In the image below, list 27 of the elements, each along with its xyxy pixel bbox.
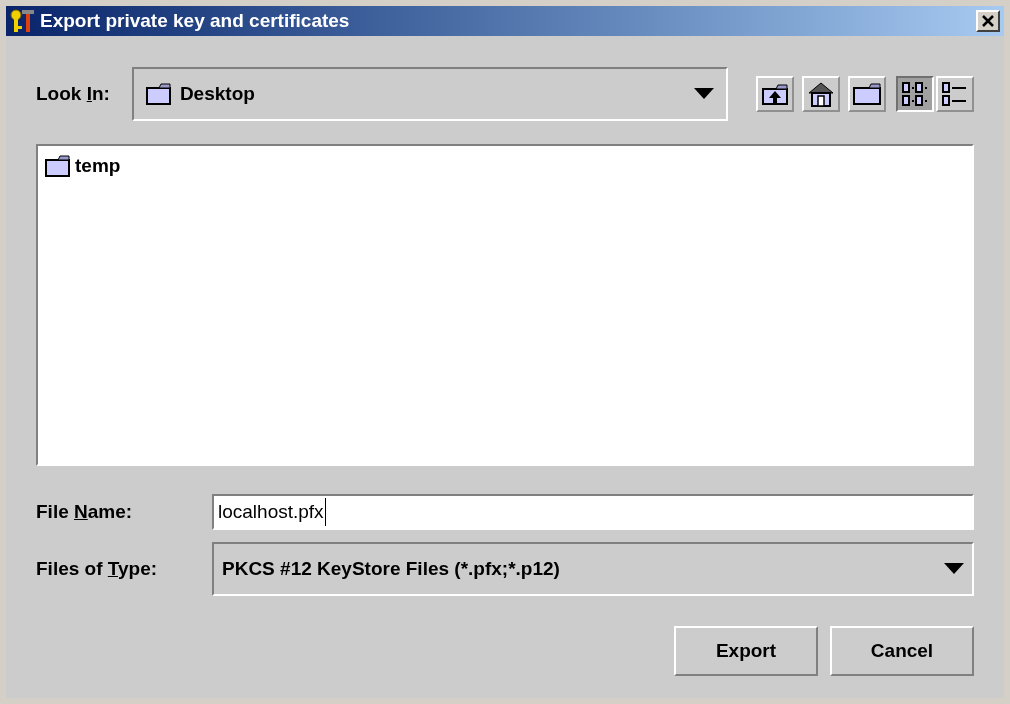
folder-icon	[45, 155, 71, 178]
file-name: temp	[75, 154, 121, 178]
toolbar-button[interactable]	[896, 76, 934, 112]
file-name-value: localhost.pfx	[218, 497, 326, 527]
file-type-value: PKCS #12 KeyStore Files (*.pfx;*.p12)	[222, 556, 561, 581]
file-name-label: File Name:	[36, 500, 133, 522]
dropdown-arrow-icon	[944, 563, 964, 575]
close-button[interactable]	[976, 10, 1000, 32]
dialog-button[interactable]: Cancel	[830, 626, 974, 676]
look-in-label: Look In:	[36, 81, 110, 106]
file-type-dropdown[interactable]: PKCS #12 KeyStore Files (*.pfx;*.p12)	[212, 542, 974, 596]
file-item[interactable]: temp	[44, 152, 122, 181]
details-view-icon	[941, 80, 969, 108]
folder-up-icon	[761, 82, 789, 106]
folder-icon	[145, 83, 172, 105]
window-title: Export private key and certificates	[40, 8, 351, 33]
folder-icon	[852, 82, 882, 106]
list-view-icon	[901, 80, 929, 108]
dropdown-arrow-icon	[694, 88, 714, 100]
close-icon	[982, 15, 994, 27]
look-in-dropdown[interactable]: Desktop	[131, 67, 728, 121]
look-in-value: Desktop	[179, 81, 256, 106]
dialog-button[interactable]: Export	[674, 626, 818, 676]
key-and-hammer-icon	[10, 8, 36, 34]
file-type-label: Files of Type:	[36, 557, 158, 579]
home-icon	[807, 81, 835, 107]
file-name-field[interactable]: localhost.pfx	[212, 494, 974, 530]
